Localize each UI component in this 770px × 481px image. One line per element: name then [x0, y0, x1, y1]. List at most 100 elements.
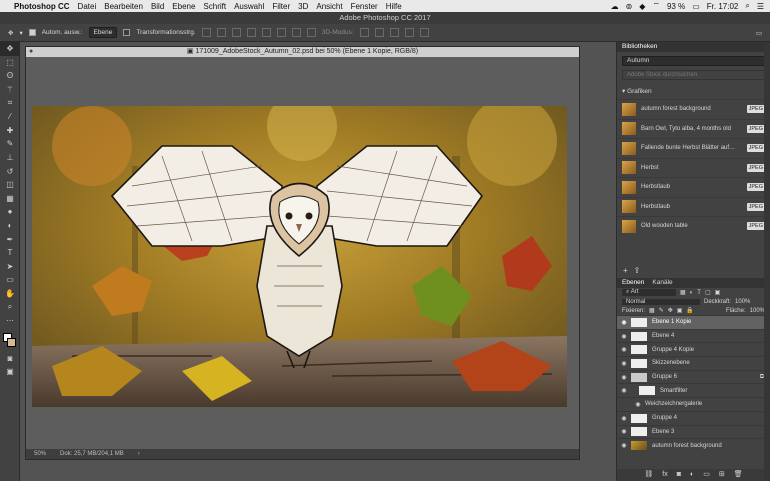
- fill-field[interactable]: 100%: [750, 308, 765, 314]
- align-right-button[interactable]: [276, 28, 286, 37]
- eye-icon[interactable]: ◉: [617, 428, 631, 435]
- app-menu[interactable]: Photoshop CC: [14, 2, 70, 11]
- eye-icon[interactable]: ◉: [617, 442, 631, 449]
- auto-select-dropdown[interactable]: Ebene: [88, 27, 118, 38]
- library-item[interactable]: Fallende bunte Herbst Blätter auf… JPEG: [617, 138, 770, 158]
- history-brush-tool-icon[interactable]: ↺: [0, 164, 20, 178]
- layer-row[interactable]: ◉ Weichzeichnergalerie: [617, 397, 770, 411]
- dropbox-icon[interactable]: ◆: [639, 2, 645, 11]
- zoom-tool-icon[interactable]: ⌕: [0, 300, 20, 314]
- menu-bearbeiten[interactable]: Bearbeiten: [104, 2, 143, 11]
- layer-row[interactable]: ◉ Ebene 1 Kopie: [617, 315, 770, 329]
- folder-icon[interactable]: ▭: [703, 469, 710, 481]
- color-swatch-icon[interactable]: [0, 327, 20, 351]
- library-item[interactable]: Herbstlaub JPEG: [617, 177, 770, 197]
- eyedropper-tool-icon[interactable]: ⁄: [0, 110, 20, 124]
- library-item[interactable]: Herbst JPEG: [617, 157, 770, 178]
- battery-label[interactable]: 93 %: [667, 2, 685, 11]
- transform-controls-checkbox[interactable]: [123, 29, 131, 36]
- menu-datei[interactable]: Datei: [78, 2, 97, 11]
- library-item[interactable]: Herbstlaub JPEG: [617, 196, 770, 217]
- filter-adjust-icon[interactable]: ◐: [690, 290, 694, 296]
- filter-shape-icon[interactable]: ▢: [705, 289, 711, 296]
- quick-mask-icon[interactable]: ◙: [0, 351, 20, 365]
- eye-icon[interactable]: ◉: [631, 401, 645, 408]
- align-vcenter-button[interactable]: [216, 28, 226, 37]
- new-layer-icon[interactable]: ⊞: [719, 469, 725, 481]
- fx-icon[interactable]: fx: [662, 469, 667, 481]
- spotlight-icon[interactable]: ⌕: [745, 1, 749, 11]
- menu-hilfe[interactable]: Hilfe: [386, 2, 402, 11]
- align-top-button[interactable]: [201, 28, 211, 37]
- layer-row[interactable]: ◉ Ebene 3: [617, 424, 770, 439]
- opacity-field[interactable]: 100%: [735, 299, 750, 305]
- tool-preset-dropdown[interactable]: ▾: [19, 29, 22, 37]
- eye-icon[interactable]: ◉: [617, 319, 631, 326]
- wifi-icon[interactable]: ⌔: [652, 1, 660, 11]
- notification-icon[interactable]: ☰: [757, 2, 764, 11]
- layer-row[interactable]: ◉ Gruppe 4: [617, 410, 770, 425]
- blur-tool-icon[interactable]: ●: [0, 205, 20, 219]
- menu-schrift[interactable]: Schrift: [203, 2, 226, 11]
- section-graphics[interactable]: ▾ Grafiken: [617, 83, 770, 99]
- orbit-3d-button[interactable]: [359, 28, 369, 37]
- scale-3d-button[interactable]: [419, 28, 429, 37]
- align-bottom-button[interactable]: [231, 28, 241, 37]
- roll-3d-button[interactable]: [374, 28, 384, 37]
- crop-tool-icon[interactable]: ⌗: [0, 96, 20, 110]
- menu-ebene[interactable]: Ebene: [172, 2, 195, 11]
- menu-bild[interactable]: Bild: [151, 2, 164, 11]
- lock-all-icon[interactable]: 🔒: [686, 307, 693, 314]
- eye-icon[interactable]: ◉: [617, 374, 631, 381]
- library-search-input[interactable]: Adobe Stock durchsuchen: [622, 70, 765, 80]
- menu-filter[interactable]: Filter: [272, 2, 290, 11]
- distribute-button[interactable]: [291, 28, 301, 37]
- type-tool-icon[interactable]: T: [0, 246, 20, 260]
- filter-smart-icon[interactable]: ▣: [715, 289, 721, 296]
- creative-cloud-icon[interactable]: ⊚: [626, 2, 633, 11]
- upload-icon[interactable]: ⇪: [634, 265, 641, 276]
- canvas[interactable]: [32, 106, 567, 407]
- screen-mode-icon[interactable]: ▣: [0, 365, 20, 379]
- status-arrow-icon[interactable]: ›: [138, 449, 140, 459]
- layer-row[interactable]: ◉ autumn forest background: [617, 438, 770, 452]
- tab-layers[interactable]: Ebenen: [622, 278, 644, 288]
- hand-tool-icon[interactable]: ✋: [0, 287, 20, 301]
- layer-row[interactable]: ◉ Gruppe 4 Kopie: [617, 342, 770, 356]
- tab-channels[interactable]: Kanäle: [652, 278, 672, 288]
- clock[interactable]: Fr. 17:02: [707, 2, 739, 11]
- more-tools-icon[interactable]: ⋯: [0, 314, 20, 328]
- eye-icon[interactable]: ◉: [617, 387, 631, 394]
- eye-icon[interactable]: ◉: [617, 415, 631, 422]
- eye-icon[interactable]: ◉: [617, 333, 631, 340]
- library-item[interactable]: Old wooden table JPEG: [617, 216, 770, 236]
- healing-tool-icon[interactable]: ✚: [0, 124, 20, 138]
- close-document-icon[interactable]: ●: [29, 47, 33, 57]
- menu-3d[interactable]: 3D: [298, 2, 308, 11]
- lasso-tool-icon[interactable]: ʘ: [0, 69, 20, 83]
- lock-paint-icon[interactable]: ✎: [659, 307, 664, 314]
- eye-icon[interactable]: ◉: [617, 346, 631, 353]
- link-icon[interactable]: ⛓: [644, 469, 653, 481]
- marquee-tool-icon[interactable]: ⬚: [0, 56, 20, 70]
- workspace-icon[interactable]: ▭: [756, 29, 770, 37]
- move-tool-icon[interactable]: ✥: [0, 42, 20, 56]
- pan-3d-button[interactable]: [389, 28, 399, 37]
- document-tab[interactable]: ● ▣ 171009_AdobeStock_Autumn_02.psd bei …: [26, 47, 579, 57]
- distribute-h-button[interactable]: [306, 28, 316, 37]
- layer-row[interactable]: ◉ Skizzenebene: [617, 356, 770, 370]
- layer-row[interactable]: ◉ Smartfilter: [617, 383, 770, 397]
- adjustment-icon[interactable]: ◐: [690, 469, 694, 481]
- shape-tool-icon[interactable]: ▭: [0, 273, 20, 287]
- eye-icon[interactable]: ◉: [617, 360, 631, 367]
- pen-tool-icon[interactable]: ✒: [0, 232, 20, 246]
- menu-auswahl[interactable]: Auswahl: [234, 2, 264, 11]
- lock-position-icon[interactable]: ✥: [668, 307, 673, 314]
- library-item[interactable]: autumn forest background JPEG: [617, 99, 770, 119]
- eraser-tool-icon[interactable]: ◫: [0, 178, 20, 192]
- filter-pixel-icon[interactable]: ▦: [680, 289, 686, 296]
- path-selection-tool-icon[interactable]: ➤: [0, 260, 20, 274]
- lock-pixels-icon[interactable]: ▦: [649, 307, 655, 314]
- tab-libraries[interactable]: Bibliotheken: [622, 42, 657, 52]
- align-left-button[interactable]: [246, 28, 256, 37]
